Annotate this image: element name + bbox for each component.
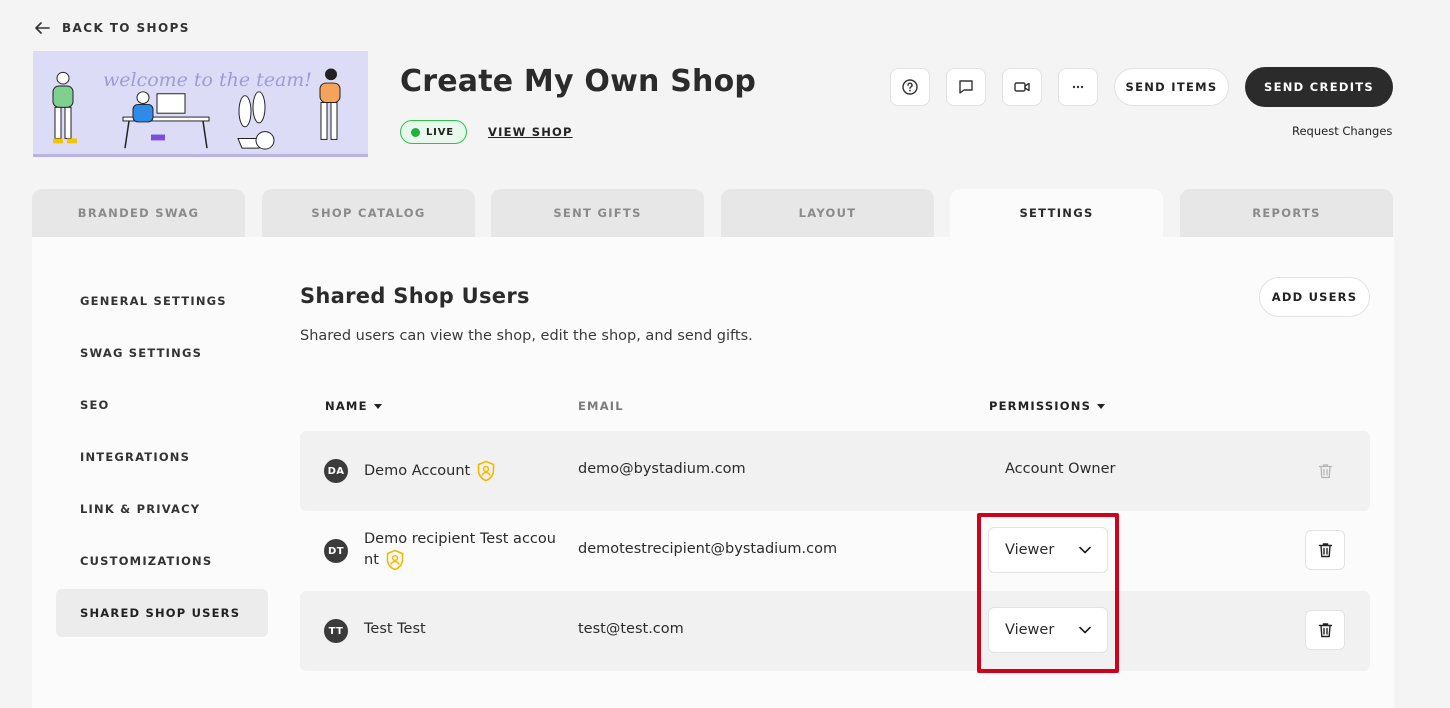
user-name-line-1: Demo recipient Test accou: [364, 531, 556, 547]
column-header-name[interactable]: NAME: [325, 399, 382, 413]
chevron-down-icon: [1079, 546, 1091, 554]
video-button[interactable]: [1002, 68, 1042, 106]
delete-user-button[interactable]: [1305, 530, 1345, 570]
permission-select-value: Viewer: [1005, 542, 1055, 558]
permission-select[interactable]: Viewer: [988, 527, 1108, 573]
sidebar-item-seo[interactable]: SEO: [56, 381, 268, 429]
user-email: demo@bystadium.com: [578, 461, 746, 477]
tab-branded-swag[interactable]: BRANDED SWAG: [32, 189, 245, 237]
user-name: Demo Account: [364, 463, 471, 479]
more-options-button[interactable]: [1058, 68, 1098, 106]
admin-badge-icon: [477, 460, 495, 482]
permission-select[interactable]: Viewer: [988, 607, 1108, 653]
help-button[interactable]: [890, 68, 930, 106]
sort-caret-icon: [1097, 403, 1106, 409]
delete-user-button-disabled: [1305, 451, 1345, 491]
help-icon: [902, 79, 918, 95]
column-header-name-label: NAME: [325, 399, 368, 413]
user-email: demotestrecipient@bystadium.com: [578, 541, 838, 557]
section-description: Shared users can view the shop, edit the…: [300, 328, 753, 344]
sidebar-item-swag-settings[interactable]: SWAG SETTINGS: [56, 329, 268, 377]
column-header-permissions-label: PERMISSIONS: [989, 399, 1092, 413]
chevron-down-icon: [1079, 626, 1091, 634]
live-status-badge: LIVE: [400, 120, 467, 144]
permission-text: Account Owner: [1005, 461, 1116, 477]
avatar: DA: [324, 459, 348, 483]
back-to-shops-label: BACK TO SHOPS: [62, 21, 190, 35]
live-status-label: LIVE: [426, 126, 454, 138]
status-dot-icon: [411, 127, 420, 137]
section-title: Shared Shop Users: [300, 284, 530, 308]
sidebar-item-general-settings[interactable]: GENERAL SETTINGS: [56, 277, 268, 325]
comment-button[interactable]: [946, 68, 986, 106]
comment-icon: [959, 80, 973, 94]
user-name: Test Test: [364, 621, 426, 637]
sidebar-item-shared-shop-users[interactable]: SHARED SHOP USERS: [56, 589, 268, 637]
request-changes-link[interactable]: Request Changes: [1292, 124, 1392, 138]
shop-title: Create My Own Shop: [400, 64, 757, 99]
trash-icon: [1318, 543, 1332, 558]
admin-badge-icon: [386, 549, 404, 571]
sort-caret-icon: [373, 403, 382, 409]
arrow-left-icon: [35, 22, 50, 34]
trash-icon: [1318, 623, 1332, 638]
tab-shop-catalog[interactable]: SHOP CATALOG: [262, 189, 475, 237]
add-users-button[interactable]: ADD USERS: [1259, 277, 1370, 317]
permission-select-value: Viewer: [1005, 622, 1055, 638]
welcome-illustration: welcome to the team!: [33, 51, 368, 154]
tab-reports[interactable]: REPORTS: [1180, 189, 1393, 237]
send-credits-button[interactable]: SEND CREDITS: [1245, 67, 1393, 107]
tab-settings[interactable]: SETTINGS: [950, 189, 1163, 237]
send-items-button[interactable]: SEND ITEMS: [1114, 68, 1229, 106]
avatar: DT: [324, 539, 348, 563]
delete-user-button[interactable]: [1305, 610, 1345, 650]
back-to-shops-link[interactable]: BACK TO SHOPS: [34, 20, 190, 36]
trash-icon: [1318, 464, 1332, 479]
user-name-cell: Demo recipient Test accou nt: [364, 529, 564, 571]
tab-layout[interactable]: LAYOUT: [721, 189, 934, 237]
sidebar-item-integrations[interactable]: INTEGRATIONS: [56, 433, 268, 481]
column-header-email: EMAIL: [578, 399, 624, 413]
user-name-line-2: nt: [364, 552, 379, 568]
banner-text: welcome to the team!: [103, 70, 312, 91]
table-row: [300, 591, 1370, 671]
shop-banner-image: welcome to the team!: [33, 51, 368, 157]
avatar: TT: [324, 619, 348, 643]
view-shop-link[interactable]: VIEW SHOP: [488, 125, 573, 139]
column-header-email-label: EMAIL: [578, 399, 624, 413]
user-name-cell: Demo Account: [364, 460, 496, 482]
sidebar-item-link-privacy[interactable]: LINK & PRIVACY: [56, 485, 268, 533]
column-header-permissions[interactable]: PERMISSIONS: [989, 399, 1106, 413]
user-email: test@test.com: [578, 621, 684, 637]
tab-sent-gifts[interactable]: SENT GIFTS: [491, 189, 704, 237]
video-icon: [1014, 82, 1030, 92]
sidebar-item-customizations[interactable]: CUSTOMIZATIONS: [56, 537, 268, 585]
more-icon: [1072, 85, 1084, 89]
